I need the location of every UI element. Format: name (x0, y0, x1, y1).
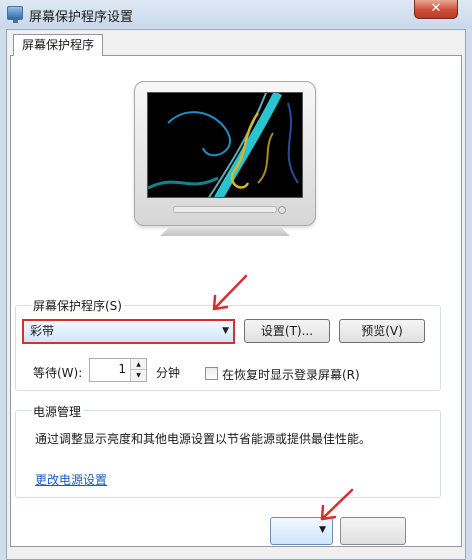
footer-button[interactable] (340, 517, 406, 545)
chevron-down-icon: ▼ (222, 326, 229, 336)
spin-buttons: ▲ ▼ (130, 359, 146, 381)
wait-value: 1 (118, 362, 126, 376)
resume-login-label[interactable]: 在恢复时显示登录屏幕(R) (222, 366, 360, 383)
wait-label: 等待(W): (33, 366, 83, 380)
power-group-label: 电源管理 (31, 403, 84, 420)
close-button[interactable]: ✕ (414, 0, 458, 19)
monitor-preview (134, 81, 316, 226)
screensaver-select[interactable]: 彩带 ▼ (22, 319, 235, 344)
wait-minutes-stepper[interactable]: 1 ▲ ▼ (89, 358, 147, 382)
change-power-settings-link[interactable]: 更改电源设置 (35, 471, 107, 488)
window-title: 屏幕保护程序设置 (29, 10, 134, 25)
title-bar: 屏幕保护程序设置 ✕ (0, 0, 472, 28)
settings-button[interactable]: 设置(T)... (244, 319, 330, 343)
chevron-down-icon: ▼ (319, 525, 326, 535)
spin-up-icon[interactable]: ▲ (131, 359, 146, 370)
screensaver-group-label: 屏幕保护程序(S) (31, 297, 124, 314)
power-led-icon (278, 206, 286, 214)
display-settings-icon (7, 6, 23, 23)
power-description: 通过调整显示亮度和其他电源设置以节省能源或提供最佳性能。 (35, 432, 372, 446)
footer-dropdown-button[interactable]: ▼ (270, 517, 333, 545)
tab-screensaver[interactable]: 屏幕保护程序 (13, 34, 104, 56)
screensaver-preview-screen (147, 92, 303, 198)
preview-button[interactable]: 预览(V) (339, 319, 425, 343)
wait-unit-label: 分钟 (156, 366, 181, 380)
resume-login-checkbox[interactable] (205, 367, 218, 380)
ribbons-preview-image (148, 93, 299, 197)
monitor-stand (160, 226, 290, 236)
monitor-slot (173, 206, 277, 213)
spin-down-icon[interactable]: ▼ (131, 370, 146, 381)
screensaver-selected-value: 彩带 (30, 324, 55, 338)
